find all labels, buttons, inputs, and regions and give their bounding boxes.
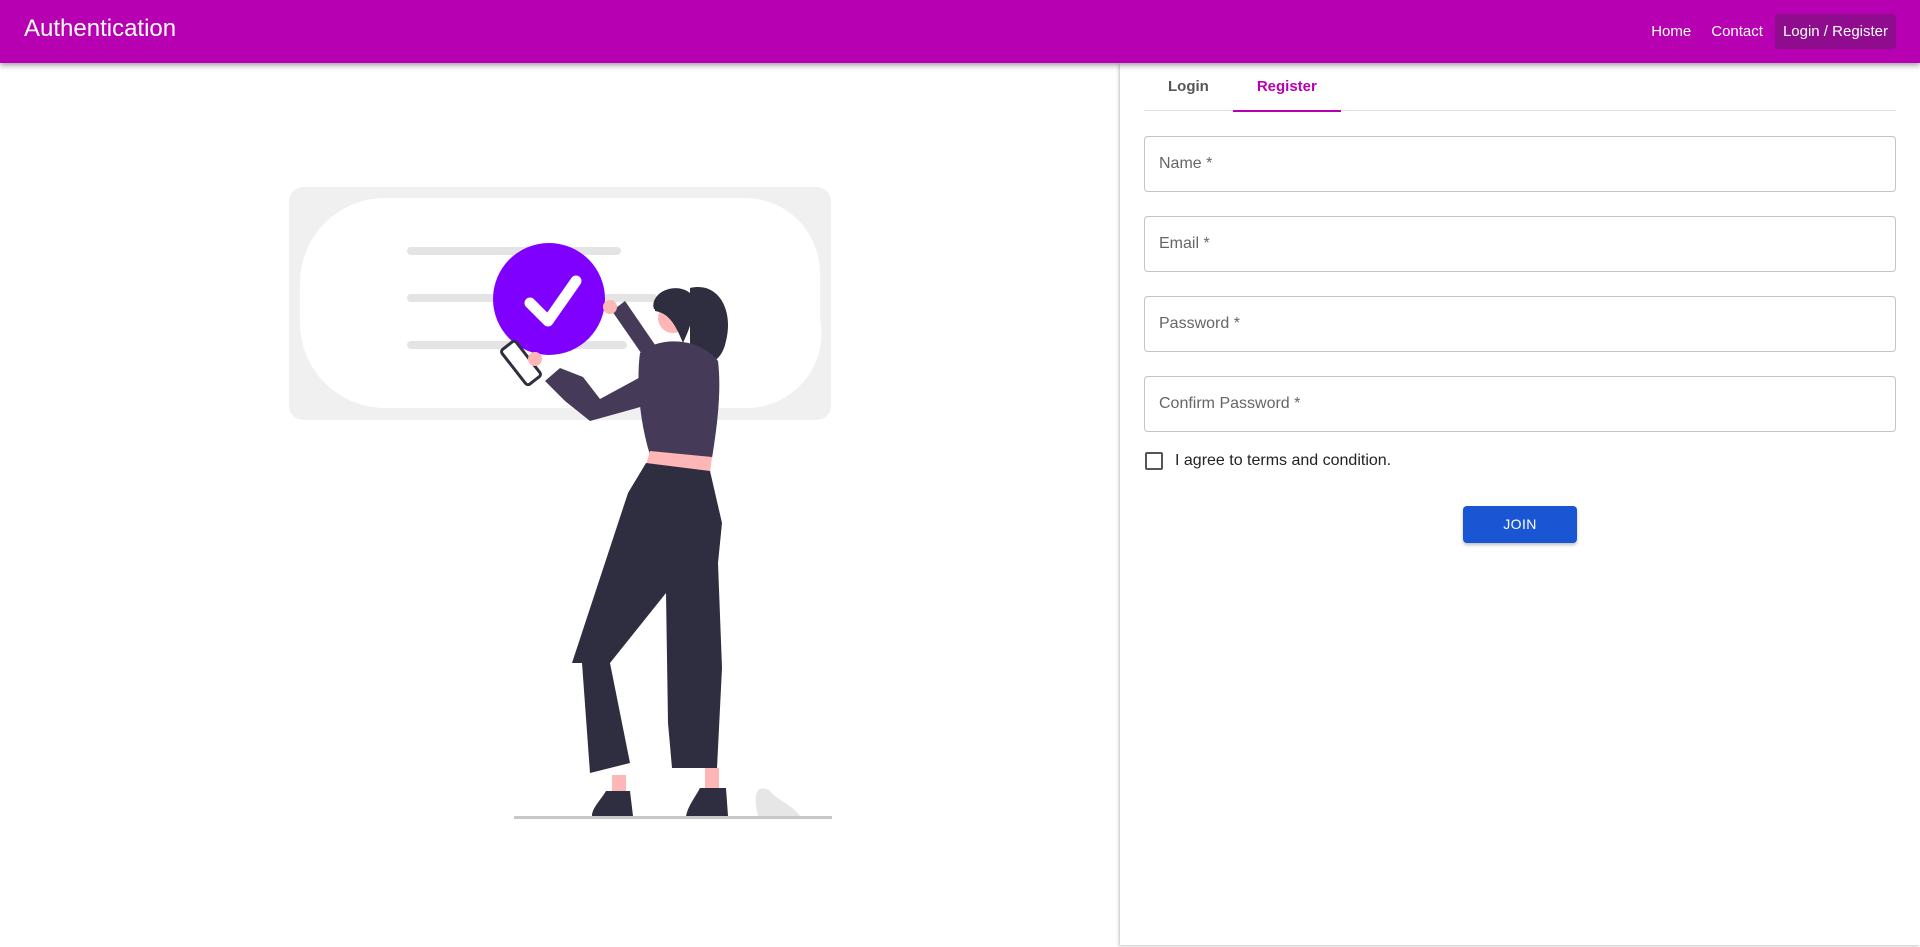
join-button[interactable]: JOIN: [1463, 506, 1577, 543]
app-title: Authentication: [24, 15, 177, 42]
password-field-container: [1144, 296, 1896, 352]
check-circle-icon: [493, 243, 605, 355]
email-field[interactable]: [1145, 217, 1895, 271]
name-field[interactable]: [1145, 137, 1895, 191]
ground-line: [514, 816, 832, 819]
nav-contact-button[interactable]: Contact: [1703, 14, 1771, 49]
illustration: [0, 63, 1120, 947]
terms-row: I agree to terms and condition.: [1144, 449, 1391, 473]
nav-home-button[interactable]: Home: [1643, 14, 1699, 49]
auth-panel: Login Register I agree to terms and cond…: [1120, 63, 1920, 945]
confirm-password-field-container: [1144, 376, 1896, 432]
email-field-container: [1144, 216, 1896, 272]
auth-tabs: Login Register: [1144, 63, 1896, 112]
name-field-container: [1144, 136, 1896, 192]
tab-register[interactable]: Register: [1232, 63, 1341, 112]
tab-login[interactable]: Login: [1144, 63, 1233, 111]
nav-login-register-button[interactable]: Login / Register: [1774, 14, 1896, 49]
terms-checkbox[interactable]: [1145, 452, 1163, 470]
confirm-password-field[interactable]: [1145, 377, 1895, 431]
verification-illustration: [289, 187, 832, 819]
plant: [755, 788, 800, 816]
terms-label[interactable]: I agree to terms and condition.: [1175, 452, 1391, 470]
app-bar: Authentication Home Contact Login / Regi…: [0, 0, 1920, 63]
top-nav: Home Contact Login / Register: [1643, 14, 1896, 49]
password-field[interactable]: [1145, 297, 1895, 351]
text-line: [407, 247, 621, 255]
